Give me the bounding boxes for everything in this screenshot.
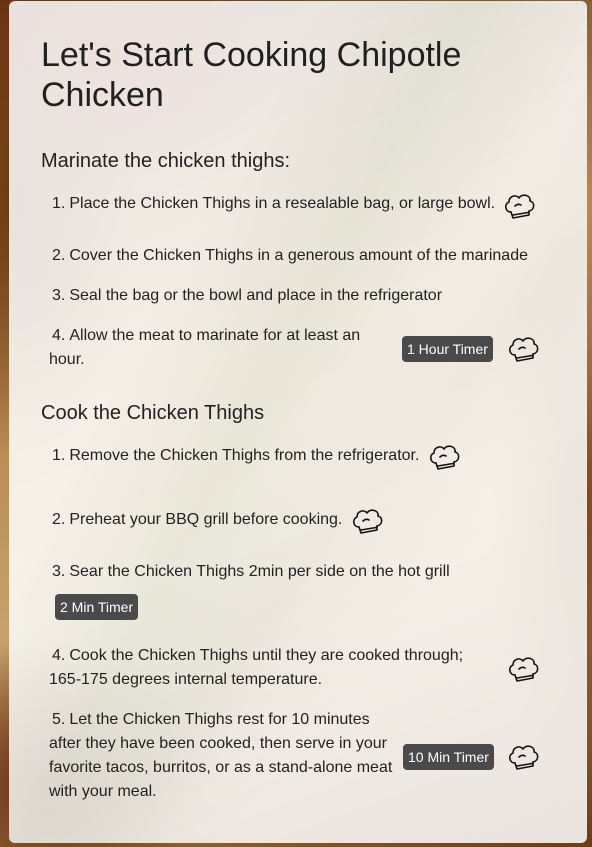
cook-step-1: 1. Remove the Chicken Thighs from the ref… (52, 444, 452, 468)
timer-button-1-hour[interactable]: 1 Hour Timer (402, 336, 493, 362)
recipe-card: Let's Start Cooking Chipotle Chicken Mar… (9, 1, 587, 843)
cook-step-3: 3. Sear the Chicken Thighs 2min per side … (52, 560, 532, 584)
step-text: Remove the Chicken Thighs from the refri… (69, 447, 420, 464)
marinate-step-3: 3. Seal the bag or the bowl and place in … (52, 284, 572, 308)
marinate-step-1: 1. Place the Chicken Thighs in a resealab… (52, 192, 502, 216)
chef-hat-icon[interactable] (506, 654, 540, 684)
section-heading-cook: Cook the Chicken Thighs (41, 402, 265, 424)
cook-step-2: 2. Preheat your BBQ grill before cooking. (52, 508, 372, 532)
step-text: Seal the bag or the bowl and place in th… (69, 287, 443, 304)
step-text: Cover the Chicken Thighs in a generous a… (69, 247, 528, 264)
page-title: Let's Start Cooking Chipotle Chicken (41, 36, 462, 114)
step-number: 4. (52, 647, 66, 664)
step-number: 2. (52, 247, 66, 264)
marinate-step-2: 2. Cover the Chicken Thighs in a generous… (52, 244, 572, 268)
step-number: 1. (52, 195, 66, 212)
cook-step-5: 5. Let the Chicken Thighs rest for 10 min… (49, 708, 401, 804)
step-text: Allow the meat to marinate for at least … (49, 327, 361, 368)
step-number: 1. (52, 447, 66, 464)
step-text: Preheat your BBQ grill before cooking. (69, 511, 343, 528)
cook-step-4: 4. Cook the Chicken Thighs until they are… (49, 644, 484, 692)
step-number: 4. (52, 327, 66, 344)
step-text: Let the Chicken Thighs rest for 10 minut… (49, 711, 393, 800)
step-number: 3. (52, 287, 66, 304)
step-number: 3. (52, 563, 66, 580)
step-number: 2. (52, 511, 66, 528)
step-text: Sear the Chicken Thighs 2min per side on… (69, 563, 450, 580)
chef-hat-icon[interactable] (502, 191, 536, 221)
timer-button-2-min[interactable]: 2 Min Timer (55, 594, 139, 620)
chef-hat-icon[interactable] (350, 506, 384, 536)
timer-button-10-min[interactable]: 10 Min Timer (403, 744, 494, 770)
step-text: Place the Chicken Thighs in a resealable… (69, 195, 496, 212)
chef-hat-icon[interactable] (506, 334, 540, 364)
marinate-step-4: 4. Allow the meat to marinate for at leas… (49, 324, 389, 372)
section-heading-marinate: Marinate the chicken thighs: (41, 150, 291, 172)
step-number: 5. (52, 711, 66, 728)
chef-hat-icon[interactable] (427, 442, 461, 472)
step-text: Cook the Chicken Thighs until they are c… (49, 647, 464, 688)
chef-hat-icon[interactable] (506, 742, 540, 772)
